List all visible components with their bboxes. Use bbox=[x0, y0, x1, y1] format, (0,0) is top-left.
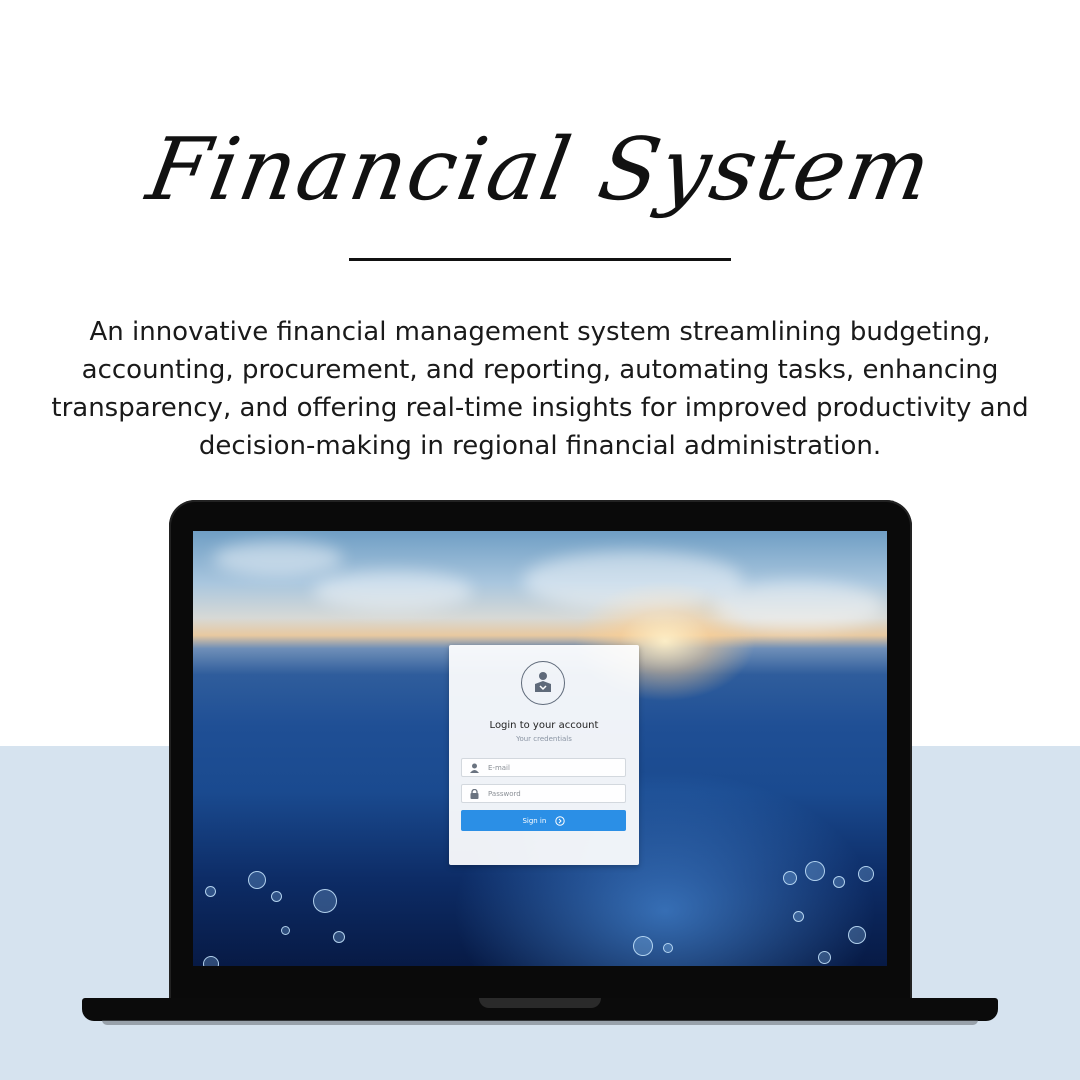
email-field[interactable] bbox=[461, 758, 626, 777]
page-description: An innovative financial management syste… bbox=[51, 317, 1029, 461]
login-subtitle: Your credentials bbox=[516, 735, 572, 743]
login-title: Login to your account bbox=[489, 720, 599, 731]
page-title: Financial System bbox=[140, 120, 940, 220]
password-field[interactable] bbox=[461, 784, 626, 803]
sign-in-button[interactable]: Sign in bbox=[461, 810, 626, 831]
password-input[interactable] bbox=[488, 786, 618, 801]
sign-in-label: Sign in bbox=[522, 816, 547, 825]
email-input[interactable] bbox=[488, 760, 618, 775]
laptop-base-shadow bbox=[102, 1020, 978, 1025]
circle-arrow-right-icon bbox=[554, 815, 565, 826]
lock-icon bbox=[470, 789, 479, 799]
user-box-icon bbox=[521, 661, 565, 705]
user-icon bbox=[470, 763, 479, 773]
laptop-notch bbox=[479, 998, 601, 1008]
login-card: Login to your account Your credentials S… bbox=[449, 645, 639, 865]
title-underline bbox=[349, 258, 731, 261]
